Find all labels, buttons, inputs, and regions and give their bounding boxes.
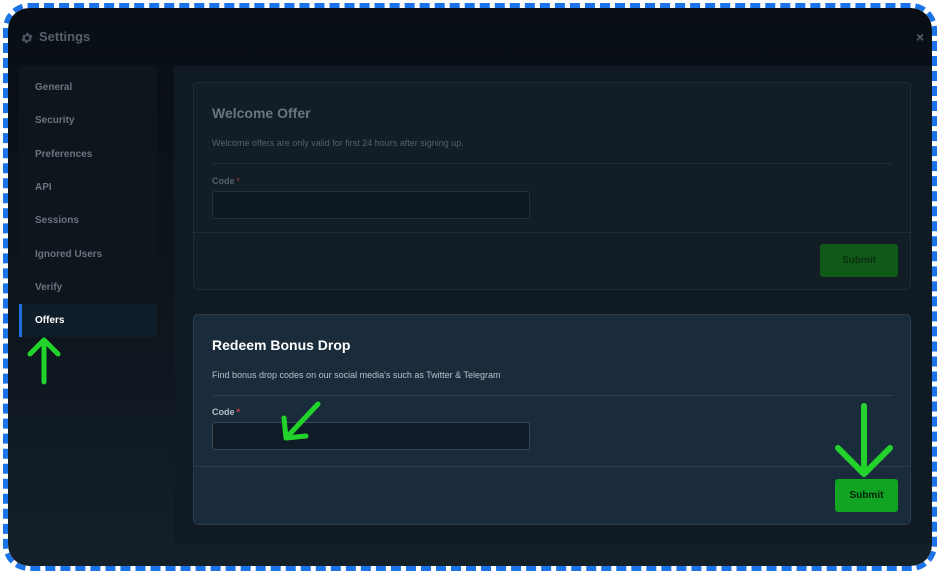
sidebar-item-sessions[interactable]: Sessions bbox=[19, 204, 157, 237]
welcome-code-label: Code * bbox=[212, 176, 240, 186]
bonus-drop-description: Find bonus drop codes on our social medi… bbox=[212, 370, 501, 380]
arrow-up-icon bbox=[27, 337, 61, 385]
bonus-submit-button[interactable]: Submit bbox=[835, 479, 898, 512]
close-icon[interactable]: × bbox=[916, 28, 930, 46]
sidebar-item-preferences[interactable]: Preferences bbox=[19, 138, 157, 171]
bonus-code-label-text: Code bbox=[212, 407, 235, 417]
screenshot-frame: Settings × General Security Preferences … bbox=[3, 3, 937, 571]
divider bbox=[212, 395, 893, 396]
required-asterisk: * bbox=[236, 176, 241, 186]
sidebar-item-offers[interactable]: Offers bbox=[19, 304, 157, 337]
sidebar-item-general[interactable]: General bbox=[19, 71, 157, 104]
settings-modal: Settings × General Security Preferences … bbox=[8, 8, 932, 566]
required-asterisk: * bbox=[236, 407, 241, 417]
bonus-code-input[interactable] bbox=[212, 422, 530, 450]
bonus-code-label: Code * bbox=[212, 407, 240, 417]
welcome-offer-title: Welcome Offer bbox=[212, 105, 311, 121]
sidebar-item-api[interactable]: API bbox=[19, 171, 157, 204]
sidebar-item-security[interactable]: Security bbox=[19, 104, 157, 137]
welcome-submit-button[interactable]: Submit bbox=[820, 244, 898, 277]
bonus-drop-title: Redeem Bonus Drop bbox=[212, 337, 351, 353]
arrow-down-icon bbox=[835, 403, 893, 477]
settings-sidebar: General Security Preferences API Session… bbox=[19, 66, 157, 343]
modal-titlebar: Settings × bbox=[8, 8, 932, 66]
modal-title: Settings bbox=[39, 29, 91, 44]
divider bbox=[212, 163, 893, 164]
divider bbox=[194, 466, 910, 467]
arrow-down-left-icon bbox=[281, 401, 321, 441]
gear-icon bbox=[21, 32, 33, 44]
welcome-code-label-text: Code bbox=[212, 176, 235, 186]
sidebar-item-verify[interactable]: Verify bbox=[19, 271, 157, 304]
welcome-code-input[interactable] bbox=[212, 191, 530, 219]
settings-content: Welcome Offer Welcome offers are only va… bbox=[174, 66, 932, 543]
divider bbox=[194, 232, 910, 233]
welcome-offer-card: Welcome Offer Welcome offers are only va… bbox=[193, 82, 911, 290]
welcome-offer-description: Welcome offers are only valid for first … bbox=[212, 138, 464, 148]
sidebar-item-ignored-users[interactable]: Ignored Users bbox=[19, 238, 157, 271]
